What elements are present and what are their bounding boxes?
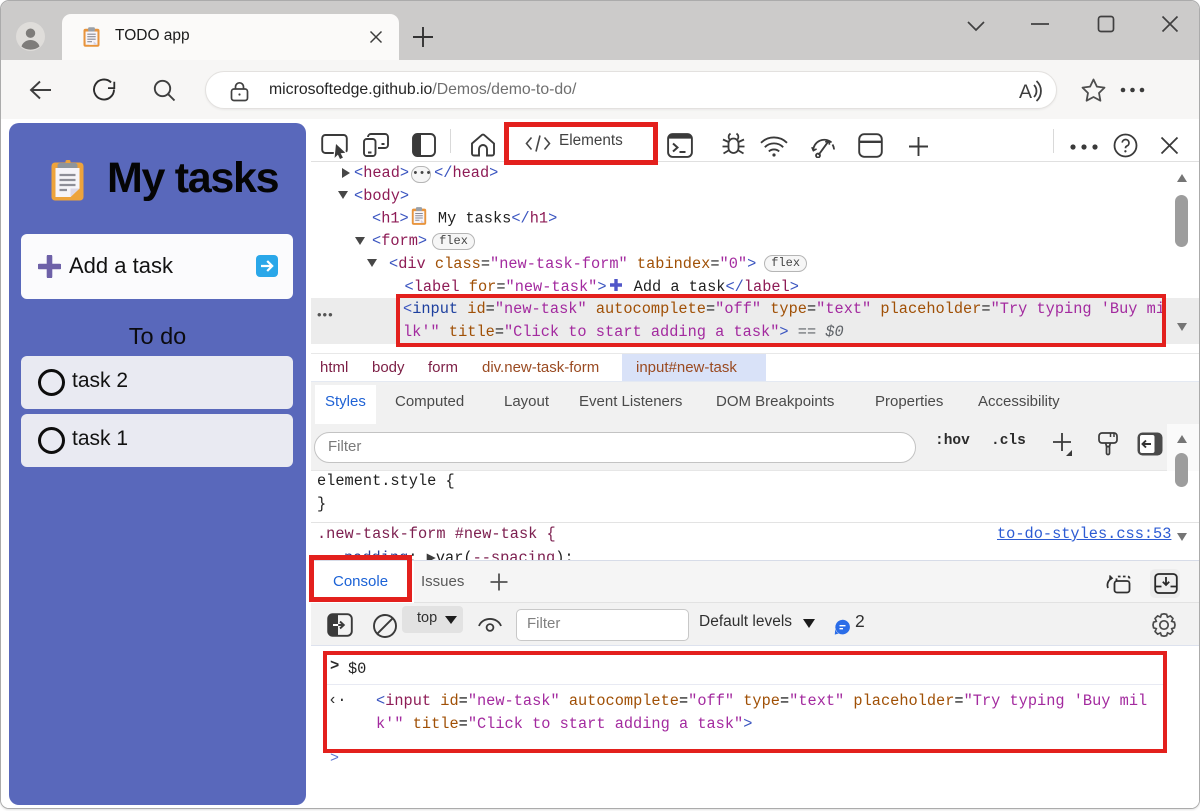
- svg-text:A: A: [1019, 81, 1032, 103]
